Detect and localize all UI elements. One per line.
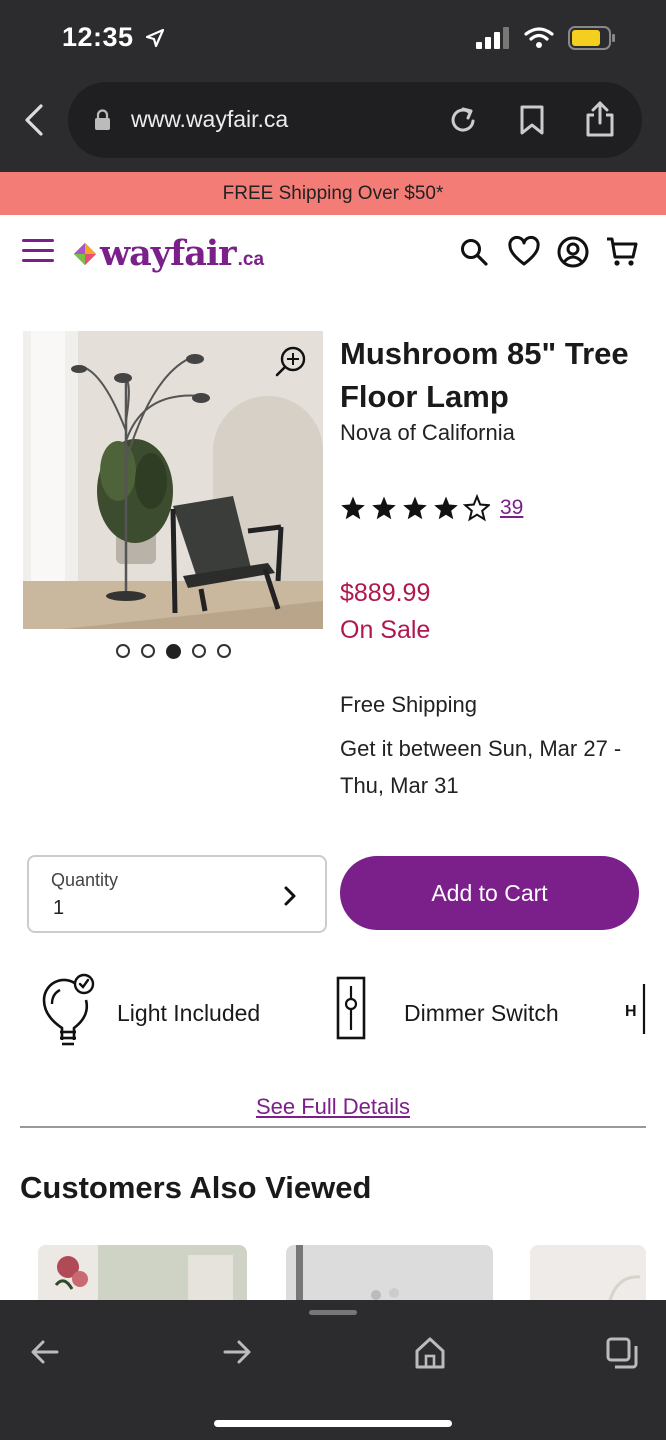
chevron-right-icon [284, 886, 296, 906]
shipping-title: Free Shipping [340, 692, 477, 717]
cart-icon[interactable] [605, 235, 639, 269]
divider [20, 1126, 646, 1128]
add-to-cart-button[interactable]: Add to Cart [340, 856, 639, 930]
logo-suffix: .ca [237, 249, 265, 270]
quantity-value: 1 [53, 897, 65, 919]
product-brand[interactable]: Nova of California [340, 420, 515, 446]
recommended-product-thumb[interactable] [530, 1245, 646, 1300]
customers-also-viewed-heading: Customers Also Viewed [20, 1170, 372, 1205]
menu-icon[interactable] [22, 239, 54, 263]
status-time: 12:35 [62, 22, 134, 52]
product-photo [23, 331, 323, 629]
share-icon[interactable] [584, 100, 616, 138]
reload-icon[interactable] [448, 104, 478, 136]
see-full-details-link[interactable]: See Full Details [0, 1094, 666, 1120]
partial-feature-icon: H [625, 984, 646, 1034]
promo-text: FREE Shipping Over $50* [222, 182, 444, 204]
image-carousel-dots[interactable] [116, 644, 231, 659]
carousel-dot[interactable] [141, 644, 155, 658]
wifi-icon [524, 27, 554, 48]
promo-banner[interactable]: FREE Shipping Over $50* [0, 172, 666, 215]
product-title: Mushroom 85" Tree Floor Lamp [340, 336, 629, 414]
browser-toolbar [0, 1300, 666, 1440]
bookmark-icon[interactable] [518, 104, 546, 136]
site-logo[interactable]: wayfair .ca [72, 233, 264, 274]
lock-icon [95, 109, 110, 130]
site-header: wayfair .ca [0, 215, 666, 293]
quantity-selector[interactable]: Quantity 1 [27, 855, 327, 933]
dimmer-switch-icon [336, 976, 366, 1040]
product-price: $889.99 [340, 579, 431, 607]
logo-text: wayfair [100, 233, 237, 274]
tabs-icon[interactable] [605, 1336, 639, 1370]
rating-stars[interactable]: 39 [340, 494, 523, 522]
heart-icon[interactable] [507, 235, 541, 269]
sale-label: On Sale [340, 616, 431, 644]
star-rating-icon [341, 495, 490, 521]
svg-text:H: H [625, 1003, 637, 1020]
battery-icon [568, 26, 615, 50]
carousel-dot[interactable] [217, 644, 231, 658]
home-icon[interactable] [414, 1336, 446, 1370]
home-indicator [214, 1420, 452, 1427]
back-arrow-icon[interactable] [30, 1336, 60, 1368]
browser-back-icon[interactable] [22, 103, 46, 137]
delivery-estimate: Get it between Sun, Mar 27 - Thu, Mar 31 [340, 736, 622, 798]
status-indicators [476, 26, 616, 50]
url-text[interactable]: www.wayfair.ca [131, 106, 288, 133]
quantity-label: Quantity [51, 870, 119, 890]
browser-chrome: 12:35 www.wayfair.ca [0, 0, 666, 172]
feature-dimmer-switch: Dimmer Switch [404, 1000, 559, 1026]
logo-mark-icon [74, 242, 96, 265]
account-icon[interactable] [556, 235, 590, 269]
toolbar-handle[interactable] [309, 1310, 357, 1315]
recommended-product-thumb[interactable] [38, 1245, 247, 1300]
carousel-dot[interactable] [116, 644, 130, 658]
recommended-product-thumb[interactable] [286, 1245, 493, 1300]
feature-light-included: Light Included [117, 1000, 261, 1026]
location-arrow-icon [145, 28, 165, 48]
forward-arrow-icon[interactable] [222, 1336, 252, 1368]
carousel-dot[interactable] [192, 644, 206, 658]
signal-icon [476, 27, 509, 49]
review-count-link[interactable]: 39 [500, 496, 523, 520]
lightbulb-check-icon [42, 973, 95, 1046]
search-icon[interactable] [457, 235, 491, 269]
product-image[interactable] [23, 331, 323, 629]
carousel-dot-active[interactable] [166, 644, 181, 659]
